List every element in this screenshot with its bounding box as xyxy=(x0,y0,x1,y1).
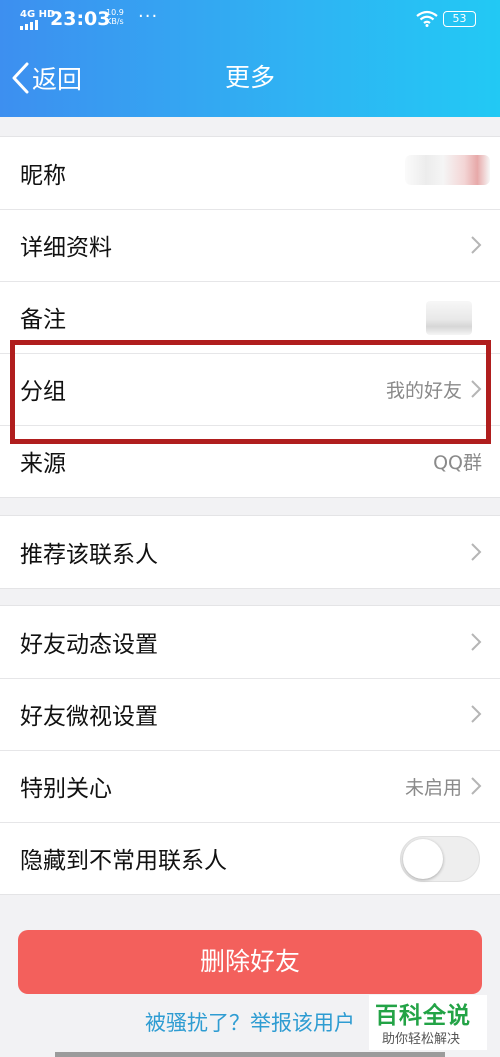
page-title: 更多 xyxy=(224,63,275,92)
friend-feed-settings-row[interactable]: 好友动态设置 xyxy=(0,606,500,678)
recommend-contact-row[interactable]: 推荐该联系人 xyxy=(0,516,500,588)
watermark-subtitle: 助你轻松解决 xyxy=(382,1032,461,1047)
special-care-row[interactable]: 特别关心 未启用 xyxy=(0,750,500,822)
recommend-group: 推荐该联系人 xyxy=(0,515,500,589)
toggle-knob xyxy=(403,839,443,879)
nickname-label: 昵称 xyxy=(20,163,66,189)
recommend-contact-label: 推荐该联系人 xyxy=(20,542,158,568)
friend-weishi-settings-label: 好友微视设置 xyxy=(20,704,158,730)
special-care-value: 未启用 xyxy=(404,776,462,799)
friend-settings-group: 好友动态设置 好友微视设置 特别关心 未启用 隐藏到不常用联系人 xyxy=(0,605,500,895)
remark-value-blurred xyxy=(426,301,472,335)
nickname-row[interactable]: 昵称 xyxy=(0,137,500,209)
watermark-title: 百科全说 xyxy=(375,1003,471,1029)
chevron-right-icon xyxy=(471,236,482,254)
bottom-edge-strip xyxy=(55,1052,445,1057)
highlight-annotation-box xyxy=(10,340,491,444)
app-header: 4G HD 23:03 10.9 KB/s ··· 53 返回 更多 xyxy=(0,0,500,117)
status-bar: 4G HD 23:03 10.9 KB/s ··· 53 xyxy=(0,0,500,40)
source-label: 来源 xyxy=(20,451,66,477)
detailed-info-row[interactable]: 详细资料 xyxy=(0,209,500,281)
status-time: 23:03 xyxy=(50,8,111,30)
remark-label: 备注 xyxy=(20,307,66,333)
chevron-right-icon xyxy=(471,777,482,795)
chevron-right-icon xyxy=(471,705,482,723)
nickname-value-blurred xyxy=(405,155,490,185)
chevron-right-icon xyxy=(471,543,482,561)
hide-to-infrequent-toggle[interactable] xyxy=(400,836,480,882)
delete-friend-button[interactable]: 删除好友 xyxy=(18,930,482,994)
friend-weishi-settings-row[interactable]: 好友微视设置 xyxy=(0,678,500,750)
source-value: QQ群 xyxy=(433,451,482,474)
battery-icon: 53 xyxy=(443,11,476,27)
friend-feed-settings-label: 好友动态设置 xyxy=(20,632,158,658)
chevron-right-icon xyxy=(471,633,482,651)
more-notifications-icon: ··· xyxy=(138,6,159,27)
watermark: 百科全说 助你轻松解决 xyxy=(369,995,487,1050)
special-care-label: 特别关心 xyxy=(20,776,112,802)
hide-to-infrequent-label: 隐藏到不常用联系人 xyxy=(20,848,227,874)
signal-bars-icon xyxy=(20,20,38,30)
network-speed: 10.9 KB/s xyxy=(106,8,124,26)
hide-to-infrequent-row: 隐藏到不常用联系人 xyxy=(0,822,500,894)
detailed-info-label: 详细资料 xyxy=(20,235,112,261)
wifi-icon xyxy=(416,10,438,27)
